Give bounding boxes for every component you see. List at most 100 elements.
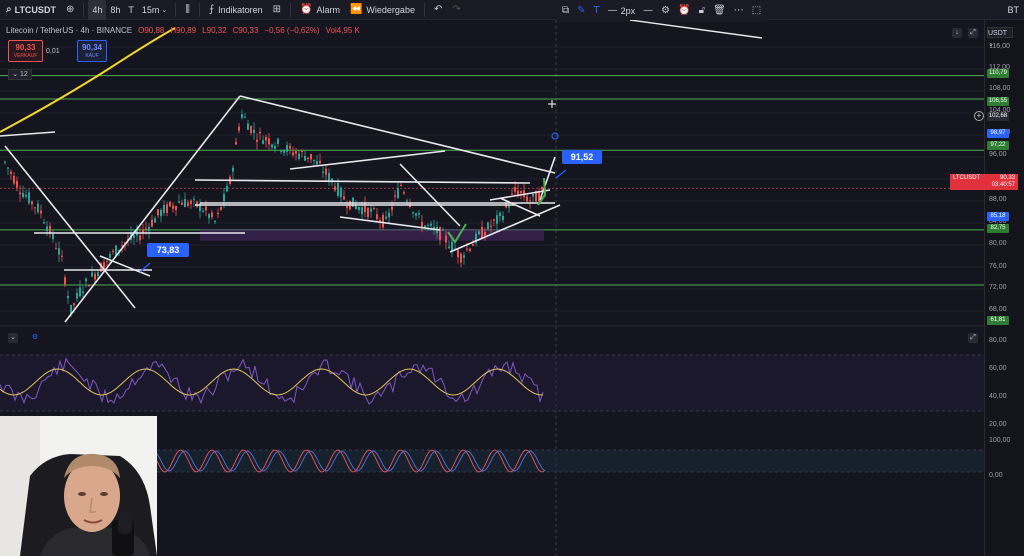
- candle-body: [337, 182, 339, 196]
- pencil-icon[interactable]: ✎: [577, 6, 585, 16]
- replay-button[interactable]: ⏪ Wiedergabe: [345, 0, 420, 20]
- divider: [198, 2, 200, 17]
- candle-body: [259, 131, 261, 134]
- alert-add-icon[interactable]: ⏰: [678, 6, 690, 16]
- redo-button[interactable]: ↷: [447, 0, 465, 20]
- timeframe-label: 8h: [110, 4, 121, 15]
- divider: [423, 2, 425, 17]
- crosshair-cursor: [548, 100, 556, 108]
- price-tick: 108,00: [989, 85, 1011, 92]
- bt-button[interactable]: BT: [1002, 0, 1024, 20]
- more-icon[interactable]: ⋯: [734, 6, 744, 16]
- text-icon[interactable]: T: [594, 6, 600, 16]
- stoch-band: [157, 450, 984, 472]
- candle-body: [418, 213, 420, 215]
- candle-body: [4, 161, 6, 163]
- candle-body: [361, 207, 363, 215]
- candle-body: [514, 187, 516, 192]
- candle-body: [109, 253, 111, 258]
- candle-body: [469, 248, 471, 252]
- candle-body: [289, 145, 291, 149]
- crosshair-add-icon[interactable]: +: [974, 111, 984, 121]
- candle-body: [274, 145, 276, 149]
- candle-body: [52, 233, 54, 240]
- add-symbol-button[interactable]: ⊕: [61, 0, 79, 20]
- candle-body: [181, 202, 183, 205]
- trash-icon[interactable]: 🗑︎: [713, 6, 726, 16]
- candle-body: [490, 225, 492, 227]
- candle-body: [166, 204, 168, 213]
- maximize-button[interactable]: ⤢: [968, 28, 978, 38]
- candle-body: [211, 212, 213, 218]
- symbol-search[interactable]: ⌕ LTCUSDT: [0, 0, 61, 20]
- candle-body: [295, 151, 297, 154]
- candle-body: [19, 192, 21, 195]
- candle-body: [97, 272, 99, 277]
- alert-button[interactable]: ⏰ Alarm: [295, 0, 345, 20]
- frame-icon[interactable]: ⬚: [752, 6, 761, 16]
- candle-body: [277, 138, 279, 144]
- candle-body: [268, 138, 270, 145]
- grid-icon: ⊞: [272, 3, 281, 15]
- price-tick: 80,00: [989, 240, 1007, 247]
- sell-button[interactable]: 90,33 VERKAUF: [8, 40, 43, 62]
- price-tick: 76,00: [989, 263, 1007, 270]
- line-width-label: 2px: [620, 6, 636, 16]
- arrow-down-button[interactable]: ↓: [952, 28, 962, 38]
- candle-body: [460, 253, 462, 263]
- timeframe-15m[interactable]: 15m ⌄: [138, 0, 171, 20]
- candle-body: [61, 255, 63, 257]
- candle-body: [151, 219, 153, 227]
- low-callout[interactable]: 73,83: [147, 243, 189, 257]
- demand-zone: [200, 228, 544, 241]
- dash-icon[interactable]: —: [643, 6, 653, 16]
- indicator-count-badge[interactable]: ⌄ 12: [8, 69, 32, 80]
- chart-legend: Litecoin / TetherUS · 4h · BINANCE O90,8…: [6, 26, 360, 35]
- currency-selector[interactable]: USDT ⌄: [987, 27, 1013, 48]
- layout-button[interactable]: ⊞: [268, 0, 286, 20]
- pane-maximize-button[interactable]: ⤢: [968, 333, 978, 343]
- candle-body: [487, 222, 489, 230]
- ohlc-high: H90,89: [170, 26, 197, 35]
- price-level-tag: 61,81: [987, 316, 1009, 325]
- callout-pointer: [555, 169, 567, 179]
- pane-settings-button[interactable]: ⚙: [30, 333, 40, 343]
- candle-body: [532, 193, 534, 197]
- buy-label: KAUF: [85, 53, 99, 59]
- indicators-button[interactable]: ⨍ Indikatoren: [204, 0, 268, 20]
- candle-body: [370, 208, 372, 212]
- line-width-button[interactable]: — 2px: [608, 6, 636, 17]
- candle-body: [478, 231, 480, 235]
- timeframe-4h[interactable]: 4h: [88, 0, 107, 20]
- candle-body: [226, 185, 228, 192]
- webcam-overlay: [0, 416, 157, 556]
- lock-icon[interactable]: 🔓︎: [699, 6, 705, 16]
- candle-body: [280, 150, 282, 152]
- top-toolbar: ⌕ LTCUSDT ⊕ 4h 8h T 15m ⌄ ⫼ ⨍ Indikatoren…: [0, 0, 1024, 20]
- candle-body: [388, 212, 390, 218]
- candle-body: [10, 171, 12, 174]
- buy-button[interactable]: 90,34 KAUF: [77, 40, 107, 62]
- timeframe-8h[interactable]: 8h: [106, 0, 124, 20]
- timeframe-1d[interactable]: T: [124, 0, 138, 20]
- chart-type-button[interactable]: ⫼: [180, 0, 195, 20]
- candle-body: [403, 192, 405, 194]
- symbol-title[interactable]: Litecoin / TetherUS · 4h · BINANCE: [6, 26, 132, 35]
- candles-icon: ⫼: [185, 3, 190, 15]
- candle-body: [385, 216, 387, 219]
- settings-icon[interactable]: ⚙: [661, 6, 670, 16]
- current-price-tag: LTCUSDT 90,33 03:40:57: [950, 174, 1018, 190]
- pane-collapse-button[interactable]: ⌄: [8, 333, 18, 343]
- undo-button[interactable]: ↶: [429, 0, 447, 20]
- candle-body: [121, 245, 123, 247]
- candle-body: [301, 150, 303, 152]
- candle-body: [25, 194, 27, 197]
- high-callout[interactable]: 91,52: [562, 150, 602, 164]
- candle-body: [43, 222, 45, 224]
- candle-body: [160, 209, 162, 217]
- candle-body: [481, 226, 483, 239]
- candle-body: [328, 172, 330, 182]
- templates-icon[interactable]: ⧉: [562, 6, 569, 16]
- candle-body: [220, 206, 222, 210]
- sell-price: 90,33: [15, 43, 36, 52]
